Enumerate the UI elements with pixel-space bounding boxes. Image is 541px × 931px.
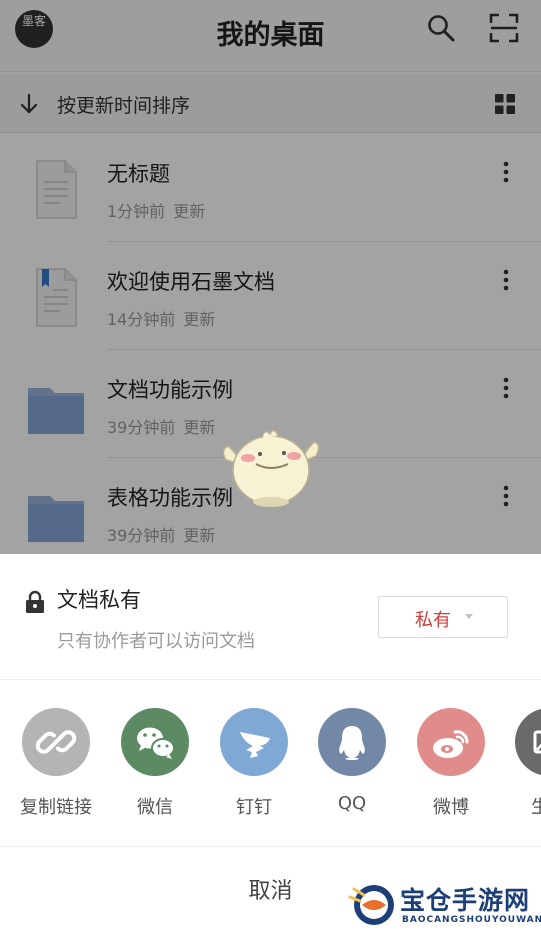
link-icon <box>22 708 90 776</box>
mascot-watermark-icon <box>218 420 324 512</box>
share-copy-link-button[interactable]: 复制链接 <box>6 708 106 828</box>
share-label: 微信 <box>137 797 173 818</box>
qq-icon <box>318 708 386 776</box>
dingtalk-icon <box>220 708 288 776</box>
watermark-logo-icon <box>348 885 394 925</box>
share-qq-button[interactable]: QQ <box>302 708 402 828</box>
share-label: 生成 <box>499 793 541 819</box>
lock-icon <box>25 590 45 614</box>
share-weibo-button[interactable]: 微博 <box>401 708 501 828</box>
privacy-dropdown[interactable]: 私有 <box>378 596 508 638</box>
caret-down-icon <box>465 614 473 619</box>
share-dingtalk-button[interactable]: 钉钉 <box>204 708 304 828</box>
share-targets: 复制链接 微信 钉钉 QQ 微博 <box>0 681 541 847</box>
privacy-title: 文档私有 <box>57 588 141 612</box>
share-label: QQ <box>337 793 367 814</box>
site-watermark: 宝仓手游网 BAOCANGSHOUYOUWANG <box>348 877 541 929</box>
privacy-description: 只有协作者可以访问文档 <box>57 631 255 652</box>
share-label: 复制链接 <box>20 797 92 818</box>
image-icon <box>515 708 541 776</box>
wechat-icon <box>121 708 189 776</box>
watermark-text: 宝仓手游网 <box>400 886 531 915</box>
watermark-subtext: BAOCANGSHOUYOUWANG <box>402 915 541 925</box>
share-label: 钉钉 <box>236 797 272 818</box>
share-wechat-button[interactable]: 微信 <box>105 708 205 828</box>
share-generate-image-button[interactable]: 生成 <box>499 708 541 828</box>
share-label: 微博 <box>433 797 469 818</box>
share-sheet: 文档私有 只有协作者可以访问文档 私有 复制链接 微信 钉钉 QQ 微博 取消 <box>0 554 541 931</box>
weibo-icon <box>417 708 485 776</box>
privacy-selected-value: 私有 <box>415 610 451 631</box>
privacy-section: 文档私有 只有协作者可以访问文档 私有 <box>0 554 541 680</box>
